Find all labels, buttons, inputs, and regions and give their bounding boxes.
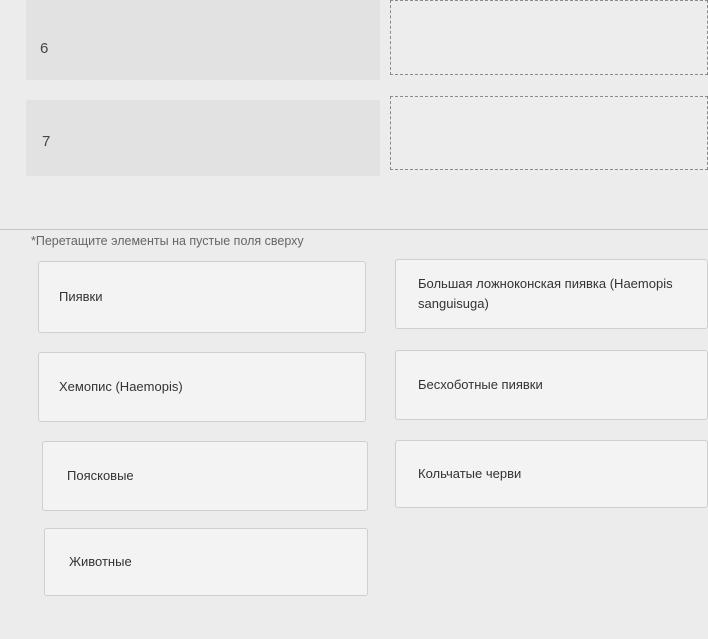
row-6-number-box xyxy=(26,0,380,80)
card-label: Бесхоботные пиявки xyxy=(418,376,543,392)
row-6-number: 6 xyxy=(40,40,49,57)
card-label: Кольчатые черви xyxy=(418,465,522,481)
card-label: Животные xyxy=(69,553,132,569)
draggable-card-horse-leech[interactable]: Большая ложноконская пиявка (Haemopis sa… xyxy=(395,259,708,329)
card-label: Хемопис (Haemopis) xyxy=(59,378,183,394)
drag-instructions: *Перетащите элементы на пустые поля свер… xyxy=(31,234,304,248)
section-divider xyxy=(0,229,708,230)
draggable-card-animals[interactable]: Животные xyxy=(44,528,368,596)
draggable-card-proboscisless-leeches[interactable]: Бесхоботные пиявки xyxy=(395,350,708,420)
card-label: Пиявки xyxy=(59,288,103,304)
row-7-number-box xyxy=(26,100,380,176)
drop-zone-7[interactable] xyxy=(390,96,708,170)
drop-zone-6[interactable] xyxy=(390,0,708,75)
draggable-card-clitellata[interactable]: Поясковые xyxy=(42,441,368,511)
draggable-card-leeches[interactable]: Пиявки xyxy=(38,261,366,333)
card-label: Большая ложноконская пиявка (Haemopis sa… xyxy=(418,275,673,311)
draggable-card-annelids[interactable]: Кольчатые черви xyxy=(395,440,708,508)
card-label: Поясковые xyxy=(67,467,134,483)
row-7-number: 7 xyxy=(42,133,51,150)
draggable-card-haemopis[interactable]: Хемопис (Haemopis) xyxy=(38,352,366,422)
